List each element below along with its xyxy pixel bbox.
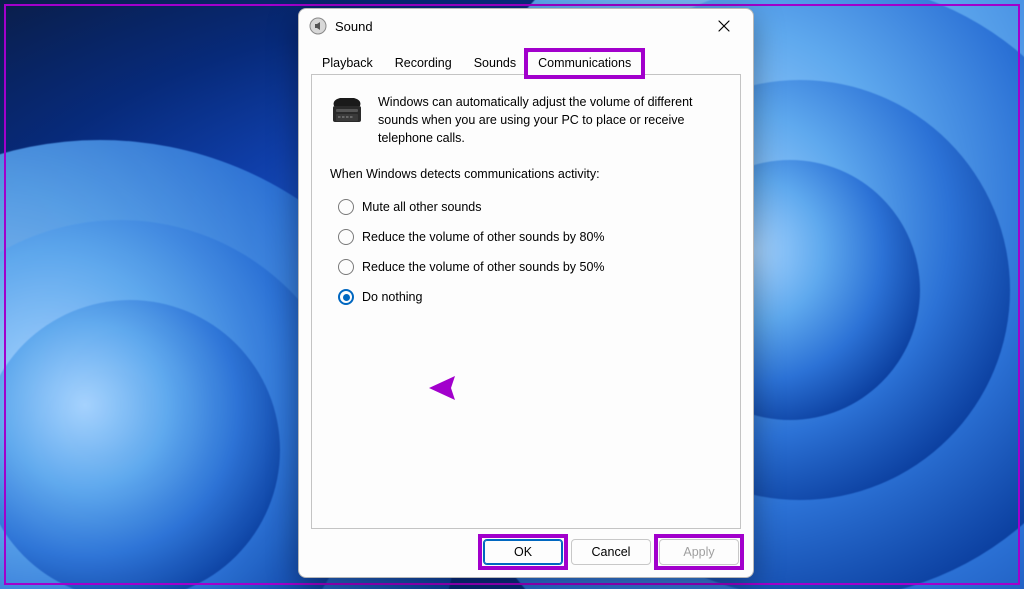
tab-communications[interactable]: Communications xyxy=(527,51,642,75)
radio-option-mute[interactable]: Mute all other sounds xyxy=(338,199,722,215)
section-label: When Windows detects communications acti… xyxy=(330,167,722,181)
window-title: Sound xyxy=(335,19,373,34)
close-button[interactable] xyxy=(701,11,747,41)
tab-strip: Playback Recording Sounds Communications xyxy=(311,51,741,74)
ok-button[interactable]: OK xyxy=(483,539,563,565)
dialog-button-row: OK Cancel Apply xyxy=(299,529,753,577)
radio-option-reduce-50[interactable]: Reduce the volume of other sounds by 50% xyxy=(338,259,722,275)
annotation-arrow-icon xyxy=(425,374,585,402)
phone-icon xyxy=(330,93,366,129)
tab-communications-label: Communications xyxy=(538,56,631,70)
radio-label: Mute all other sounds xyxy=(362,200,482,214)
tab-recording[interactable]: Recording xyxy=(384,51,463,74)
radio-label: Do nothing xyxy=(362,290,422,304)
tab-page-communications: Windows can automatically adjust the vol… xyxy=(311,74,741,529)
apply-button-label: Apply xyxy=(683,545,714,559)
titlebar: Sound xyxy=(299,9,753,43)
tab-sounds[interactable]: Sounds xyxy=(463,51,527,74)
radio-label: Reduce the volume of other sounds by 50% xyxy=(362,260,605,274)
cancel-button[interactable]: Cancel xyxy=(571,539,651,565)
sound-icon xyxy=(309,17,327,35)
radio-option-reduce-80[interactable]: Reduce the volume of other sounds by 80% xyxy=(338,229,722,245)
radio-icon xyxy=(338,199,354,215)
desktop-background: Sound Playback Recording Sounds Communic… xyxy=(0,0,1024,589)
tab-playback[interactable]: Playback xyxy=(311,51,384,74)
radio-icon-checked xyxy=(338,289,354,305)
ok-button-label: OK xyxy=(514,545,532,559)
apply-button[interactable]: Apply xyxy=(659,539,739,565)
radio-label: Reduce the volume of other sounds by 80% xyxy=(362,230,605,244)
sound-dialog: Sound Playback Recording Sounds Communic… xyxy=(298,8,754,578)
radio-icon xyxy=(338,259,354,275)
description-text: Windows can automatically adjust the vol… xyxy=(378,93,722,147)
radio-option-do-nothing[interactable]: Do nothing xyxy=(338,289,722,305)
close-icon xyxy=(718,20,730,32)
cancel-button-label: Cancel xyxy=(592,545,631,559)
radio-group: Mute all other sounds Reduce the volume … xyxy=(330,199,722,319)
radio-icon xyxy=(338,229,354,245)
